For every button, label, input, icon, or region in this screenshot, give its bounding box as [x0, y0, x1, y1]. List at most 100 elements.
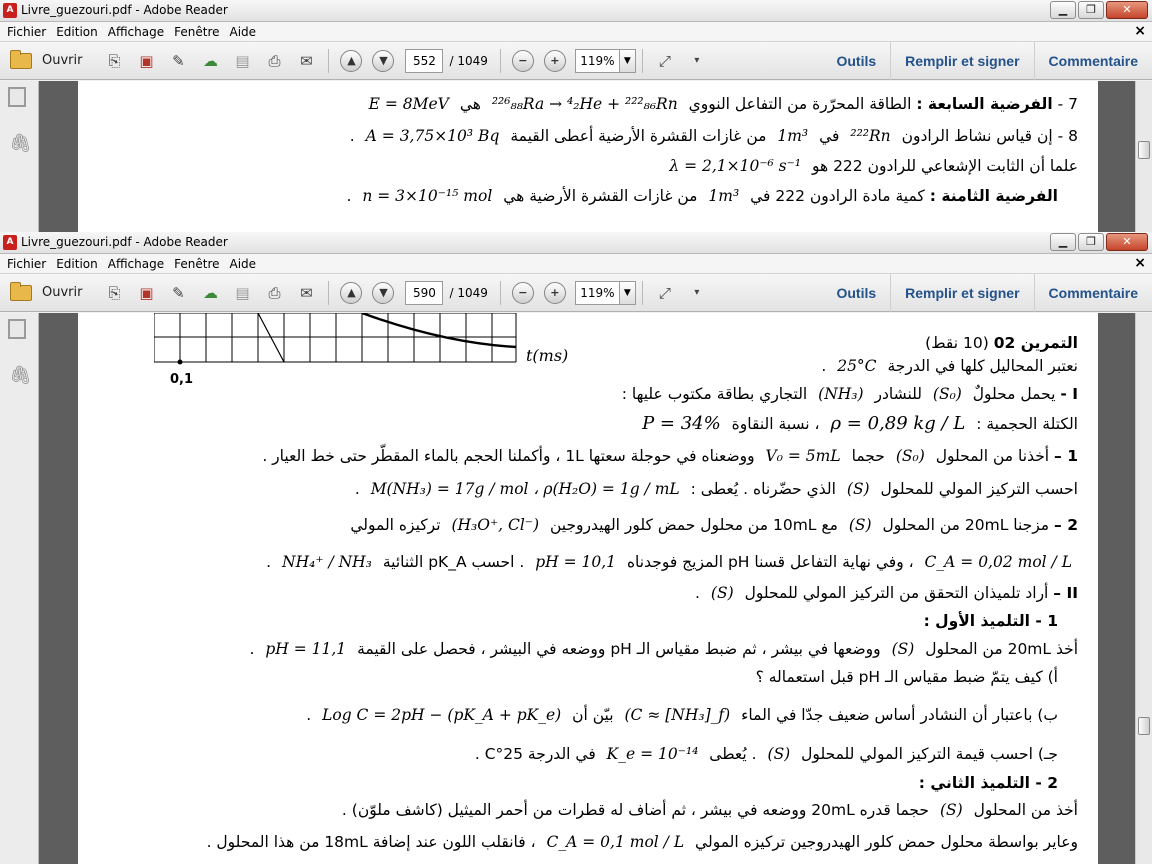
menu-aide[interactable]: Aide	[225, 254, 262, 274]
page-number-input[interactable]: 590	[405, 280, 444, 305]
text-line: أخذ من المحلول (S) حجما قدره 20mL ووضعه …	[341, 801, 1078, 819]
menu-affichage[interactable]: Affichage	[103, 254, 169, 274]
title-bar[interactable]: A Livre_guezouri.pdf - Adobe Reader ▁ ❐ …	[0, 232, 1152, 254]
edit-icon[interactable]: ✎	[167, 282, 189, 304]
minimize-button[interactable]: ▁	[1050, 1, 1076, 19]
navigation-panel: 🖇	[0, 313, 39, 864]
section-heading: 2 - التلميذ الثاني :	[918, 774, 1058, 792]
menu-bar: Fichier Edition Affichage Fenêtre Aide ×	[0, 254, 1152, 274]
toolbar: Ouvrir ⎘ ▣ ✎ ☁ ▤ ⎙ ✉ ▲ ▼ 590 / 1049 − + …	[0, 273, 1152, 312]
create-pdf-icon[interactable]: ⎘	[103, 282, 125, 304]
attachments-icon[interactable]: 🖇	[9, 365, 32, 387]
folder-icon	[10, 281, 32, 301]
fill-sign-link[interactable]: Remplir et signer	[890, 273, 1033, 312]
email-icon[interactable]: ✉	[295, 282, 317, 304]
menu-edition[interactable]: Edition	[51, 254, 103, 274]
open-button[interactable]: Ouvrir	[10, 281, 82, 301]
page-thumbnails-icon[interactable]	[8, 87, 29, 111]
fullscreen-icon[interactable]: ⤢	[654, 282, 676, 304]
menu-fenetre[interactable]: Fenêtre	[169, 22, 224, 42]
restore-button[interactable]: ❐	[1078, 233, 1104, 251]
scrollbar-thumb[interactable]	[1138, 141, 1150, 159]
open-button[interactable]: Ouvrir	[10, 49, 82, 69]
export-pdf-icon[interactable]: ▣	[135, 282, 157, 304]
zoom-select[interactable]: 119% ▼	[574, 280, 636, 305]
comment-link[interactable]: Commentaire	[1033, 273, 1152, 312]
text-line: أ) كيف يتمّ ضبط مقياس الـ pH قبل استعمال…	[755, 668, 1058, 686]
folder-icon	[10, 49, 32, 69]
toolbar-options-icon[interactable]: ▾	[686, 282, 708, 304]
comment-link[interactable]: Commentaire	[1033, 41, 1152, 80]
email-icon[interactable]: ✉	[295, 50, 317, 72]
close-window-button[interactable]: ✕	[1106, 1, 1148, 19]
menu-affichage[interactable]: Affichage	[103, 22, 169, 42]
text-line: احسب التركيز المولي للمحلول (S) الذي حضّ…	[354, 480, 1078, 498]
next-page-button[interactable]: ▼	[372, 281, 395, 304]
print-icon[interactable]: ⎙	[263, 282, 285, 304]
text-line: ب) باعتبار أن النشادر أساس ضعيف جدّا في …	[306, 706, 1058, 724]
close-document-icon[interactable]: ×	[1134, 23, 1146, 39]
attachments-icon[interactable]: 🖇	[9, 133, 32, 155]
close-document-icon[interactable]: ×	[1134, 255, 1146, 271]
print-icon[interactable]: ⎙	[263, 50, 285, 72]
window-title: Livre_guezouri.pdf - Adobe Reader	[21, 235, 228, 249]
reader-window-2: A Livre_guezouri.pdf - Adobe Reader ▁ ❐ …	[0, 232, 1152, 864]
text-line: الكتلة الحجمية : ρ = 0,89 kg / L ، نسبة …	[642, 413, 1078, 434]
tools-link[interactable]: Outils	[822, 274, 890, 312]
zoom-out-button[interactable]: −	[511, 49, 534, 72]
previous-page-button[interactable]: ▲	[340, 281, 363, 304]
vertical-scrollbar[interactable]	[1135, 313, 1152, 864]
pdf-page: 7 - الفرضية السابعة : الطاقة المحرّرة من…	[78, 81, 1098, 232]
chevron-down-icon: ▼	[618, 48, 636, 73]
text-line: 7 - الفرضية السابعة : الطاقة المحرّرة من…	[368, 95, 1078, 113]
menu-fichier[interactable]: Fichier	[0, 254, 51, 274]
upload-cloud-icon[interactable]: ☁	[199, 50, 221, 72]
text-line: أخذ 20mL من المحلول (S) ووضعها في بيشر ،…	[249, 640, 1078, 658]
text-line: علما أن الثابت الإشعاعي للرادون 222 هو λ…	[669, 157, 1078, 175]
document-area: 🖇 7 - الفرضية السابعة : الطاقة المحرّرة …	[0, 81, 1152, 232]
restore-button[interactable]: ❐	[1078, 1, 1104, 19]
page-thumbnails-icon[interactable]	[8, 319, 29, 343]
toolbar: Ouvrir ⎘ ▣ ✎ ☁ ▤ ⎙ ✉ ▲ ▼ 552 / 1049 − + …	[0, 41, 1152, 80]
zoom-out-button[interactable]: −	[511, 281, 534, 304]
navigation-panel: 🖇	[0, 81, 39, 232]
text-line: جـ) احسب قيمة التركيز المولي للمحلول (S)…	[474, 745, 1058, 763]
text-line: C_A = 0,02 mol / L ، وفي نهاية التفاعل ق…	[266, 553, 1072, 571]
previous-page-button[interactable]: ▲	[340, 49, 363, 72]
save-icon[interactable]: ▤	[231, 282, 253, 304]
zoom-select[interactable]: 119% ▼	[574, 48, 636, 73]
text-line: نعتبر المحاليل كلها في الدرجة 25°C .	[821, 357, 1078, 375]
close-window-button[interactable]: ✕	[1106, 233, 1148, 251]
upload-cloud-icon[interactable]: ☁	[199, 282, 221, 304]
section-heading: 1 - التلميذ الأول :	[923, 612, 1058, 630]
menu-edition[interactable]: Edition	[51, 22, 103, 42]
text-line: II – أراد تلميذان التحقق من التركيز المو…	[695, 584, 1078, 602]
text-line: 8 - إن قياس نشاط الرادون ²²²Rn في 1m³ من…	[349, 127, 1078, 145]
menu-bar: Fichier Edition Affichage Fenêtre Aide ×	[0, 22, 1152, 42]
menu-aide[interactable]: Aide	[225, 22, 262, 42]
fill-sign-link[interactable]: Remplir et signer	[890, 41, 1033, 80]
minimize-button[interactable]: ▁	[1050, 233, 1076, 251]
tools-link[interactable]: Outils	[822, 42, 890, 80]
scrollbar-thumb[interactable]	[1138, 717, 1150, 735]
vertical-scrollbar[interactable]	[1135, 81, 1152, 232]
page-number-input[interactable]: 552	[405, 48, 444, 73]
toolbar-options-icon[interactable]: ▾	[686, 50, 708, 72]
create-pdf-icon[interactable]: ⎘	[103, 50, 125, 72]
save-icon[interactable]: ▤	[231, 50, 253, 72]
menu-fichier[interactable]: Fichier	[0, 22, 51, 42]
zoom-in-button[interactable]: +	[543, 281, 566, 304]
chevron-down-icon: ▼	[618, 280, 636, 305]
title-bar[interactable]: A Livre_guezouri.pdf - Adobe Reader ▁ ❐ …	[0, 0, 1152, 22]
page-total: / 1049	[449, 53, 488, 68]
export-pdf-icon[interactable]: ▣	[135, 50, 157, 72]
reader-window-1: A Livre_guezouri.pdf - Adobe Reader ▁ ❐ …	[0, 0, 1152, 232]
text-line: I - يحمل محلولٌ (S₀) للنشادر (NH₃) التجا…	[621, 385, 1078, 403]
next-page-button[interactable]: ▼	[372, 49, 395, 72]
document-area: 🖇 0,1 t(ms) التمرين 02 (10 نقط) نعتبر ال…	[0, 313, 1152, 864]
fullscreen-icon[interactable]: ⤢	[654, 50, 676, 72]
menu-fenetre[interactable]: Fenêtre	[169, 254, 224, 274]
zoom-in-button[interactable]: +	[543, 49, 566, 72]
edit-icon[interactable]: ✎	[167, 50, 189, 72]
adobe-pdf-icon: A	[3, 3, 17, 18]
